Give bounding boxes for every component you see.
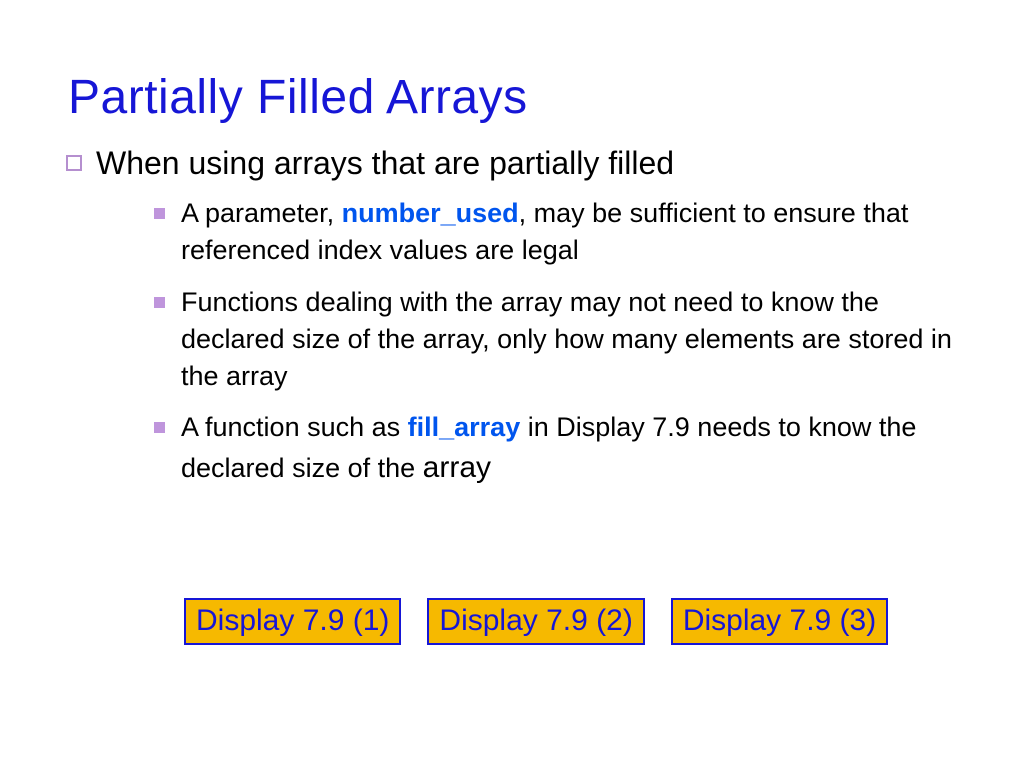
hollow-square-icon bbox=[66, 155, 82, 171]
highlight-term: fill_array bbox=[408, 412, 521, 442]
sub-bullet: Functions dealing with the array may not… bbox=[154, 284, 964, 396]
sub-bullet-text: A parameter, number_used, may be suffici… bbox=[181, 195, 964, 270]
top-bullet: When using arrays that are partially fil… bbox=[66, 143, 964, 183]
filled-square-icon bbox=[154, 422, 165, 433]
display-7-9-2-button[interactable]: Display 7.9 (2) bbox=[427, 598, 644, 645]
display-7-9-3-button[interactable]: Display 7.9 (3) bbox=[671, 598, 888, 645]
top-bullet-text: When using arrays that are partially fil… bbox=[96, 143, 674, 183]
highlight-term: number_used bbox=[342, 198, 519, 228]
slide: Partially Filled Arrays When using array… bbox=[0, 0, 1024, 768]
filled-square-icon bbox=[154, 208, 165, 219]
text-fragment: A function such as bbox=[181, 412, 408, 442]
sub-bullet-list: A parameter, number_used, may be suffici… bbox=[154, 195, 964, 488]
filled-square-icon bbox=[154, 297, 165, 308]
text-fragment: A parameter, bbox=[181, 198, 342, 228]
sub-bullet-text: Functions dealing with the array may not… bbox=[181, 284, 964, 396]
sub-bullet: A function such as fill_array in Display… bbox=[154, 409, 964, 488]
display-buttons-row: Display 7.9 (1) Display 7.9 (2) Display … bbox=[184, 598, 888, 645]
sub-bullet-text: A function such as fill_array in Display… bbox=[181, 409, 964, 488]
slide-title: Partially Filled Arrays bbox=[68, 70, 964, 125]
emphasis-word: array bbox=[423, 451, 491, 484]
sub-bullet: A parameter, number_used, may be suffici… bbox=[154, 195, 964, 270]
display-7-9-1-button[interactable]: Display 7.9 (1) bbox=[184, 598, 401, 645]
